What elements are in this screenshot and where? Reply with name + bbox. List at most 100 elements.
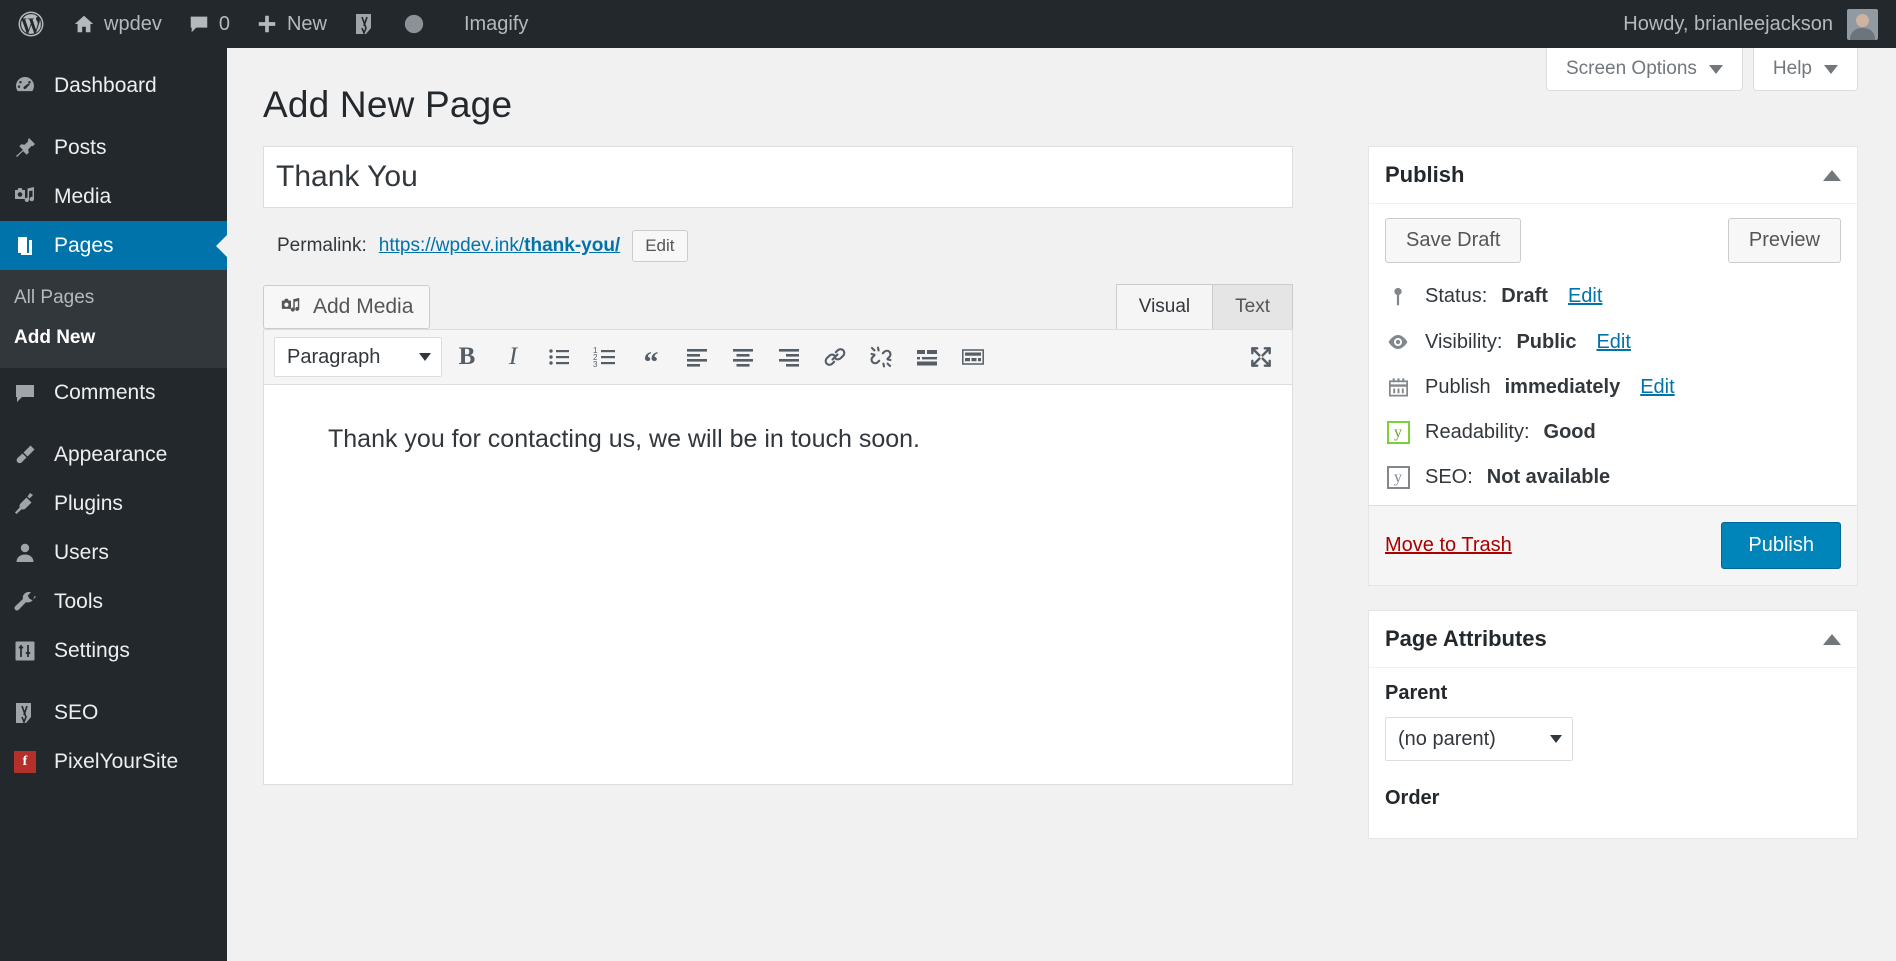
align-left-icon[interactable] [676, 337, 718, 377]
move-to-trash-link[interactable]: Move to Trash [1385, 534, 1512, 557]
numbered-list-icon[interactable]: 1 2 3 [584, 337, 626, 377]
edit-permalink-button[interactable]: Edit [632, 230, 687, 262]
sidebar-item-seo[interactable]: SEO [0, 688, 227, 737]
remove-link-icon[interactable] [860, 337, 902, 377]
post-status-icon [1385, 286, 1411, 308]
imagify-label: Imagify [464, 13, 528, 36]
chevron-down-icon [419, 353, 431, 361]
bulleted-list-icon[interactable] [538, 337, 580, 377]
add-media-button[interactable]: Add Media [263, 285, 430, 329]
yoast-readability-icon: y [1385, 421, 1411, 444]
sidebar-item-tools[interactable]: Tools [0, 577, 227, 626]
page-attributes-title: Page Attributes [1385, 626, 1547, 652]
preview-button[interactable]: Preview [1728, 218, 1841, 263]
sidebar-item-posts[interactable]: Posts [0, 123, 227, 172]
sidebar-item-plugins[interactable]: Plugins [0, 479, 227, 528]
site-name-menu[interactable]: wpdev [60, 0, 175, 48]
pages-icon [12, 234, 38, 258]
major-publishing-actions: Move to Trash Publish [1369, 505, 1857, 585]
read-more-icon[interactable] [906, 337, 948, 377]
publish-box-header: Publish [1369, 147, 1857, 204]
imagify-menu[interactable]: Imagify [438, 0, 541, 48]
site-name-label: wpdev [104, 13, 162, 36]
circle-menu[interactable] [390, 0, 438, 48]
sidebar-item-settings[interactable]: Settings [0, 626, 227, 675]
italic-icon[interactable]: I [492, 337, 534, 377]
visibility-value: Public [1516, 331, 1576, 354]
align-center-icon[interactable] [722, 337, 764, 377]
sidebar-item-appearance[interactable]: Appearance [0, 430, 227, 479]
yoast-seo-icon: y [1385, 466, 1411, 489]
permalink-row: Permalink: https://wpdev.ink/thank-you/ … [263, 230, 1293, 262]
user-icon [12, 541, 38, 565]
toggle-collapse-icon[interactable] [1823, 170, 1841, 181]
sidebar-item-comments[interactable]: Comments [0, 368, 227, 417]
comments-menu[interactable]: 0 [175, 0, 243, 48]
publish-box: Publish Save Draft Preview Status: Draft [1368, 146, 1858, 586]
edit-status-link[interactable]: Edit [1568, 285, 1602, 308]
paragraph-format-select[interactable]: Paragraph [274, 337, 442, 377]
avatar [1847, 9, 1878, 40]
new-content-menu[interactable]: New [243, 0, 340, 48]
edit-visibility-link[interactable]: Edit [1596, 331, 1630, 354]
sidebar-item-users[interactable]: Users [0, 528, 227, 577]
sidebar-item-all-pages[interactable]: All Pages [0, 278, 227, 318]
sidebar-item-pixelyoursite[interactable]: f PixelYourSite [0, 737, 227, 786]
publish-box-title: Publish [1385, 162, 1464, 188]
permalink-label: Permalink: [277, 235, 367, 257]
insert-link-icon[interactable] [814, 337, 856, 377]
bold-icon[interactable]: B [446, 337, 488, 377]
page-title: Add New Page [263, 84, 512, 126]
admin-sidebar-menu: Dashboard Posts Media Pages All Pag [0, 48, 227, 961]
screen-options-button[interactable]: Screen Options [1546, 48, 1743, 91]
sidebar-item-pages[interactable]: Pages [0, 221, 227, 270]
settings-icon [12, 639, 38, 663]
visibility-label: Visibility: [1425, 331, 1502, 354]
visibility-eye-icon [1385, 330, 1411, 354]
editor-top-row: Add Media Visual Text [263, 284, 1293, 329]
my-account-menu[interactable]: Howdy, brianleejackson [1623, 9, 1896, 40]
dashboard-icon [12, 74, 38, 98]
sidebar-item-media[interactable]: Media [0, 172, 227, 221]
help-button[interactable]: Help [1753, 48, 1858, 91]
format-select-value: Paragraph [287, 346, 380, 369]
schedule-value: immediately [1505, 376, 1621, 399]
blockquote-icon[interactable]: “ [630, 337, 672, 377]
yoast-menu[interactable] [340, 0, 390, 48]
tab-visual[interactable]: Visual [1116, 284, 1213, 329]
editor-toolbar: Paragraph B I 1 2 3 [263, 329, 1293, 385]
media-icon [12, 185, 38, 209]
pages-submenu: All Pages Add New [0, 270, 227, 368]
sidebar-item-dashboard[interactable]: Dashboard [0, 61, 227, 110]
help-label: Help [1773, 58, 1812, 80]
sidebar-item-label: Settings [54, 639, 130, 663]
save-draft-button[interactable]: Save Draft [1385, 218, 1521, 263]
fullscreen-icon[interactable] [1240, 337, 1282, 377]
sidebar-item-add-new[interactable]: Add New [0, 318, 227, 358]
plus-icon [256, 13, 278, 35]
seo-value: Not available [1487, 466, 1610, 489]
edit-schedule-link[interactable]: Edit [1640, 376, 1674, 399]
tab-text[interactable]: Text [1212, 284, 1293, 329]
publish-button[interactable]: Publish [1721, 522, 1841, 569]
seo-label: SEO: [1425, 466, 1473, 489]
post-visibility-row: Visibility: Public Edit [1385, 330, 1841, 354]
sidebar-item-label: Users [54, 541, 109, 565]
parent-select-value: (no parent) [1398, 728, 1496, 751]
post-title-input[interactable] [263, 146, 1293, 208]
plug-icon [12, 492, 38, 516]
menu-spacer-top [0, 48, 227, 61]
permalink-url[interactable]: https://wpdev.ink/thank-you/ [379, 235, 620, 257]
align-right-icon[interactable] [768, 337, 810, 377]
main-content: Screen Options Help Add New Page Permali… [227, 48, 1896, 961]
readability-row: y Readability: Good [1385, 421, 1841, 444]
sidebar-item-label: Pages [54, 234, 114, 258]
post-status-row: Status: Draft Edit [1385, 285, 1841, 308]
editor-content-area[interactable]: Thank you for contacting us, we will be … [263, 385, 1293, 785]
wp-logo-menu[interactable] [0, 0, 60, 48]
menu-spacer [0, 675, 227, 688]
toggle-collapse-icon[interactable] [1823, 634, 1841, 645]
parent-select[interactable]: (no parent) [1385, 717, 1573, 761]
post-body: Permalink: https://wpdev.ink/thank-you/ … [263, 146, 1293, 785]
toolbar-toggle-icon[interactable] [952, 337, 994, 377]
